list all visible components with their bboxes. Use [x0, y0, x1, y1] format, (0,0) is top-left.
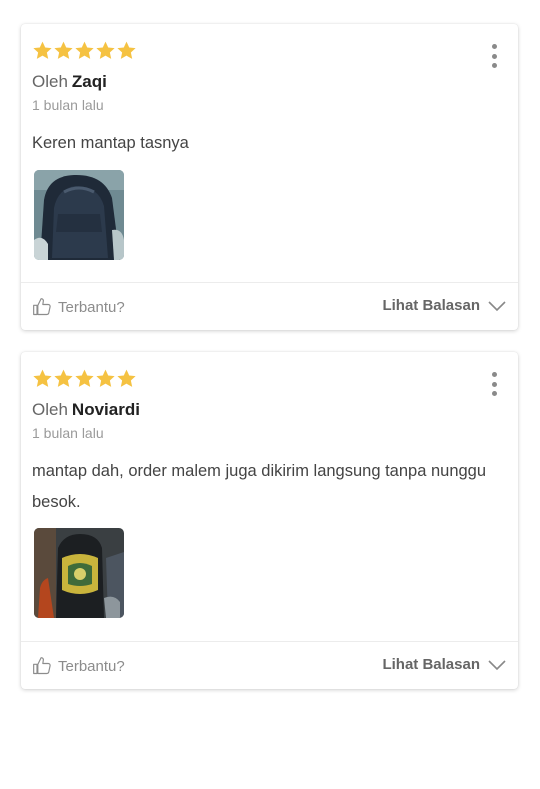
review-photo[interactable] — [34, 170, 124, 260]
helpful-button[interactable]: Terbantu? — [32, 656, 125, 676]
review-time: 1 bulan lalu — [32, 425, 104, 441]
review-footer: Terbantu? Lihat Balasan — [21, 283, 518, 331]
more-vertical-icon[interactable] — [490, 372, 498, 396]
star-icon — [32, 368, 53, 389]
star-icon — [116, 368, 137, 389]
thumbs-up-icon — [33, 657, 51, 675]
review-footer: Terbantu? Lihat Balasan — [21, 642, 518, 690]
thumbs-up-icon — [33, 298, 51, 316]
review-text: Keren mantap tasnya — [32, 134, 189, 152]
star-icon — [95, 368, 116, 389]
chevron-down-icon — [488, 659, 506, 670]
star-icon — [74, 40, 95, 61]
star-icon — [116, 40, 137, 61]
chevron-down-icon — [488, 300, 506, 311]
review-author: Oleh Zaqi — [32, 72, 107, 92]
view-replies-label: Lihat Balasan — [382, 297, 480, 314]
review-author: Oleh Noviardi — [32, 400, 140, 420]
view-replies-label: Lihat Balasan — [382, 656, 480, 673]
review-card: Oleh Zaqi 1 bulan lalu Keren mantap tasny… — [21, 24, 518, 330]
star-icon — [74, 368, 95, 389]
star-icon — [53, 40, 74, 61]
author-prefix: Oleh — [32, 72, 68, 91]
author-name: Noviardi — [71, 400, 140, 419]
author-name: Zaqi — [71, 72, 107, 91]
review-time: 1 bulan lalu — [32, 97, 104, 113]
author-prefix: Oleh — [32, 400, 68, 419]
rating-stars — [32, 368, 137, 389]
rating-stars — [32, 40, 137, 61]
helpful-button[interactable]: Terbantu? — [32, 297, 125, 317]
star-icon — [32, 40, 53, 61]
helpful-label: Terbantu? — [58, 657, 125, 675]
star-icon — [95, 40, 116, 61]
review-card: Oleh Noviardi 1 bulan lalu mantap dah, or… — [21, 352, 518, 689]
review-text: mantap dah, order malem juga dikirim lan… — [32, 462, 487, 511]
review-photo[interactable] — [34, 528, 124, 618]
helpful-label: Terbantu? — [58, 298, 125, 316]
view-replies-button[interactable]: Lihat Balasan — [382, 297, 506, 314]
star-icon — [53, 368, 74, 389]
more-vertical-icon[interactable] — [490, 44, 498, 68]
view-replies-button[interactable]: Lihat Balasan — [382, 656, 506, 673]
